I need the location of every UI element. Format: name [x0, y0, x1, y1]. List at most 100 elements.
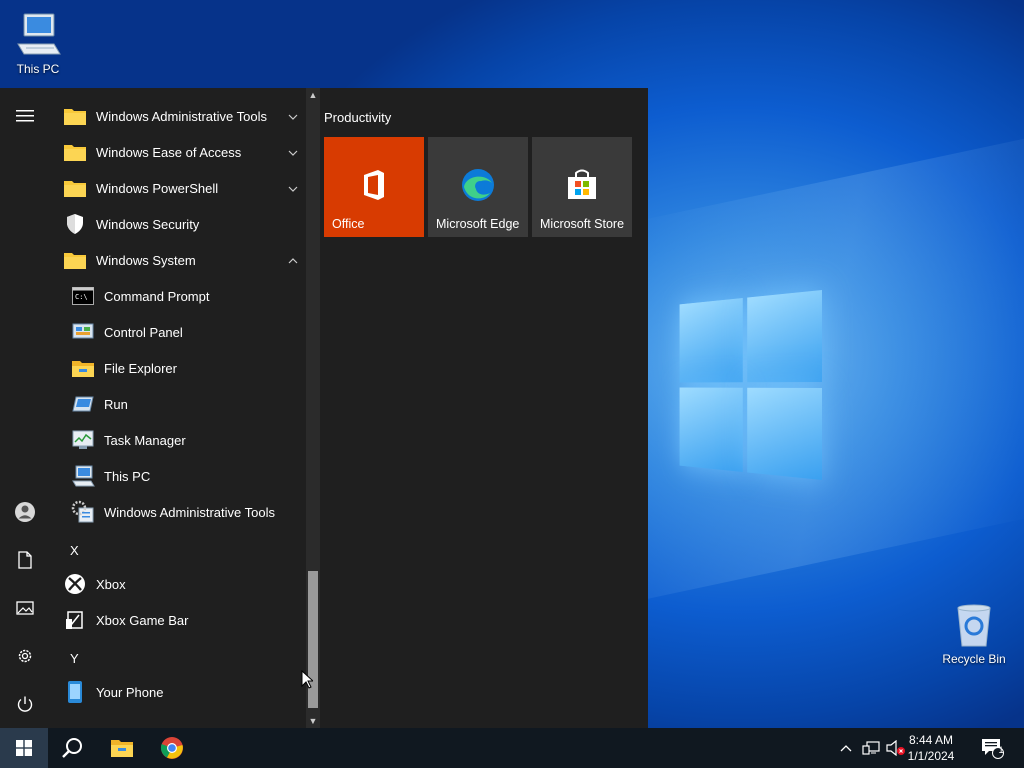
- app-xbox-game-bar[interactable]: Xbox Game Bar: [50, 602, 306, 638]
- search-button[interactable]: [48, 728, 96, 768]
- app-label: Windows Administrative Tools: [104, 504, 275, 520]
- app-label: Xbox: [96, 576, 126, 592]
- start-rail: [0, 88, 50, 728]
- hamburger-icon: [16, 110, 34, 122]
- tile-label: Microsoft Edge: [436, 217, 520, 231]
- app-your-phone[interactable]: Your Phone: [50, 674, 306, 710]
- user-account-button[interactable]: [0, 490, 50, 534]
- recycle-bin-icon: [950, 600, 998, 648]
- chevron-up-icon: [840, 745, 852, 752]
- app-command-prompt[interactable]: C:\ Command Prompt: [50, 278, 306, 314]
- tile-label: Microsoft Store: [540, 217, 625, 231]
- app-task-manager[interactable]: Task Manager: [50, 422, 306, 458]
- search-icon: [62, 738, 82, 758]
- windows-wallpaper-logo: [679, 290, 822, 480]
- svg-text:C:\: C:\: [75, 293, 88, 301]
- app-label: Task Manager: [104, 432, 186, 448]
- scroll-up-arrow[interactable]: ▲: [306, 88, 320, 102]
- app-windows-powershell-folder[interactable]: Windows PowerShell: [50, 170, 306, 206]
- control-panel-icon: [70, 319, 96, 345]
- desktop-icon-this-pc[interactable]: This PC: [2, 10, 74, 76]
- shield-icon: [62, 211, 88, 237]
- desktop-icon-recycle-bin[interactable]: Recycle Bin: [938, 600, 1010, 666]
- app-windows-ease-of-access-folder[interactable]: Windows Ease of Access: [50, 134, 306, 170]
- folder-icon: [62, 139, 88, 165]
- documents-button[interactable]: [0, 538, 50, 582]
- letter-header-x[interactable]: X: [70, 543, 79, 558]
- show-hidden-icons-button[interactable]: [836, 728, 856, 768]
- app-windows-administrative-tools[interactable]: Windows Administrative Tools: [50, 494, 306, 530]
- clock-date: 1/1/2024: [907, 749, 955, 763]
- admin-tools-icon: [70, 499, 96, 525]
- folder-icon: [62, 103, 88, 129]
- tile-label: Office: [332, 217, 365, 231]
- chevron-up-icon[interactable]: [288, 253, 298, 268]
- letter-header-y[interactable]: Y: [70, 651, 79, 666]
- app-windows-system-folder[interactable]: Windows System: [50, 242, 306, 278]
- windows-start-icon: [16, 740, 32, 756]
- task-manager-icon: [70, 427, 96, 453]
- start-menu: Windows Administrative Tools Windows Eas…: [0, 88, 648, 728]
- run-icon: [70, 391, 96, 417]
- app-label: Windows PowerShell: [96, 180, 219, 196]
- app-label: Command Prompt: [104, 288, 210, 304]
- app-this-pc[interactable]: This PC: [50, 458, 306, 494]
- pictures-icon: [16, 601, 34, 615]
- xbox-icon: [62, 571, 88, 597]
- app-label: Run: [104, 396, 128, 412]
- taskbar-chrome[interactable]: [148, 728, 196, 768]
- power-button[interactable]: [0, 682, 50, 726]
- tile-office[interactable]: Office: [324, 137, 424, 237]
- app-label: File Explorer: [104, 360, 177, 376]
- notification-count: 1: [998, 745, 1004, 755]
- tile-group-title[interactable]: Productivity: [324, 110, 391, 125]
- app-label: Windows Security: [96, 216, 200, 232]
- power-icon: [17, 696, 33, 712]
- app-windows-administrative-tools-folder[interactable]: Windows Administrative Tools: [50, 98, 306, 134]
- action-center-button[interactable]: 1: [972, 728, 1012, 768]
- document-icon: [18, 551, 32, 569]
- clock-time: 8:44 AM: [908, 733, 954, 747]
- chevron-down-icon[interactable]: [288, 145, 298, 160]
- network-tray-button[interactable]: [860, 728, 882, 768]
- app-label: Control Panel: [104, 324, 183, 340]
- app-label: Windows System: [96, 252, 196, 268]
- app-list-scrollbar[interactable]: ▲ ▼: [306, 88, 320, 728]
- network-icon: [862, 741, 880, 755]
- computer-icon: [70, 463, 96, 489]
- pictures-button[interactable]: [0, 586, 50, 630]
- start-button[interactable]: [0, 728, 48, 768]
- app-label: Your Phone: [96, 684, 164, 700]
- cmd-icon: C:\: [70, 283, 96, 309]
- user-icon: [15, 502, 35, 522]
- mouse-cursor-icon: [301, 670, 313, 689]
- app-run[interactable]: Run: [50, 386, 306, 422]
- store-icon: [568, 169, 596, 199]
- file-explorer-icon: [70, 355, 96, 381]
- phone-icon: [62, 679, 88, 705]
- folder-icon: [62, 175, 88, 201]
- app-label: Xbox Game Bar: [96, 612, 189, 628]
- xbox-game-bar-icon: [62, 607, 88, 633]
- clock[interactable]: 8:44 AM 1/1/2024: [896, 732, 966, 764]
- taskbar-file-explorer[interactable]: [98, 728, 146, 768]
- tile-microsoft-store[interactable]: Microsoft Store: [532, 137, 632, 237]
- app-label: Windows Administrative Tools: [96, 108, 267, 124]
- desktop-icon-label: This PC: [16, 62, 60, 76]
- office-icon: [364, 170, 384, 200]
- chevron-down-icon[interactable]: [288, 181, 298, 196]
- settings-button[interactable]: [0, 634, 50, 678]
- chevron-down-icon[interactable]: [288, 109, 298, 124]
- app-file-explorer[interactable]: File Explorer: [50, 350, 306, 386]
- app-xbox[interactable]: Xbox: [50, 566, 306, 602]
- scroll-down-arrow[interactable]: ▼: [306, 714, 320, 728]
- app-control-panel[interactable]: Control Panel: [50, 314, 306, 350]
- edge-icon: [462, 169, 494, 201]
- expand-menu-button[interactable]: [0, 94, 50, 138]
- app-windows-security[interactable]: Windows Security: [50, 206, 306, 242]
- taskbar: 8:44 AM 1/1/2024 1: [0, 728, 1024, 768]
- tile-microsoft-edge[interactable]: Microsoft Edge: [428, 137, 528, 237]
- app-label: This PC: [104, 468, 151, 484]
- folder-icon: [62, 247, 88, 273]
- app-label: Windows Ease of Access: [96, 144, 242, 160]
